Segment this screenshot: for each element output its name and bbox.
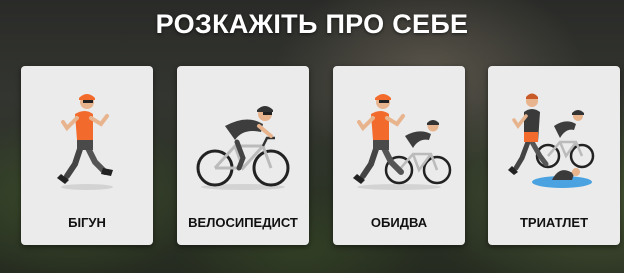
option-card-triathlete[interactable]: ТРИАТЛЕТ (488, 66, 620, 245)
option-label-triathlete: ТРИАТЛЕТ (519, 215, 589, 230)
cyclist-icon (196, 106, 290, 190)
runner-icon (57, 94, 113, 190)
option-card-both[interactable]: ОБИДВА (333, 66, 465, 245)
option-label-both: ОБИДВА (370, 215, 428, 230)
runner-and-cyclist-icon (353, 94, 452, 190)
option-label-runner: БІГУН (68, 215, 106, 230)
triathlete-icon (508, 93, 595, 188)
option-card-cyclist[interactable]: ВЕЛОСИПЕДИСТ (177, 66, 309, 245)
page-title: РОЗКАЖІТЬ ПРО СЕБЕ (155, 9, 469, 39)
option-label-cyclist: ВЕЛОСИПЕДИСТ (188, 215, 298, 230)
option-card-runner[interactable]: БІГУН (21, 66, 153, 245)
